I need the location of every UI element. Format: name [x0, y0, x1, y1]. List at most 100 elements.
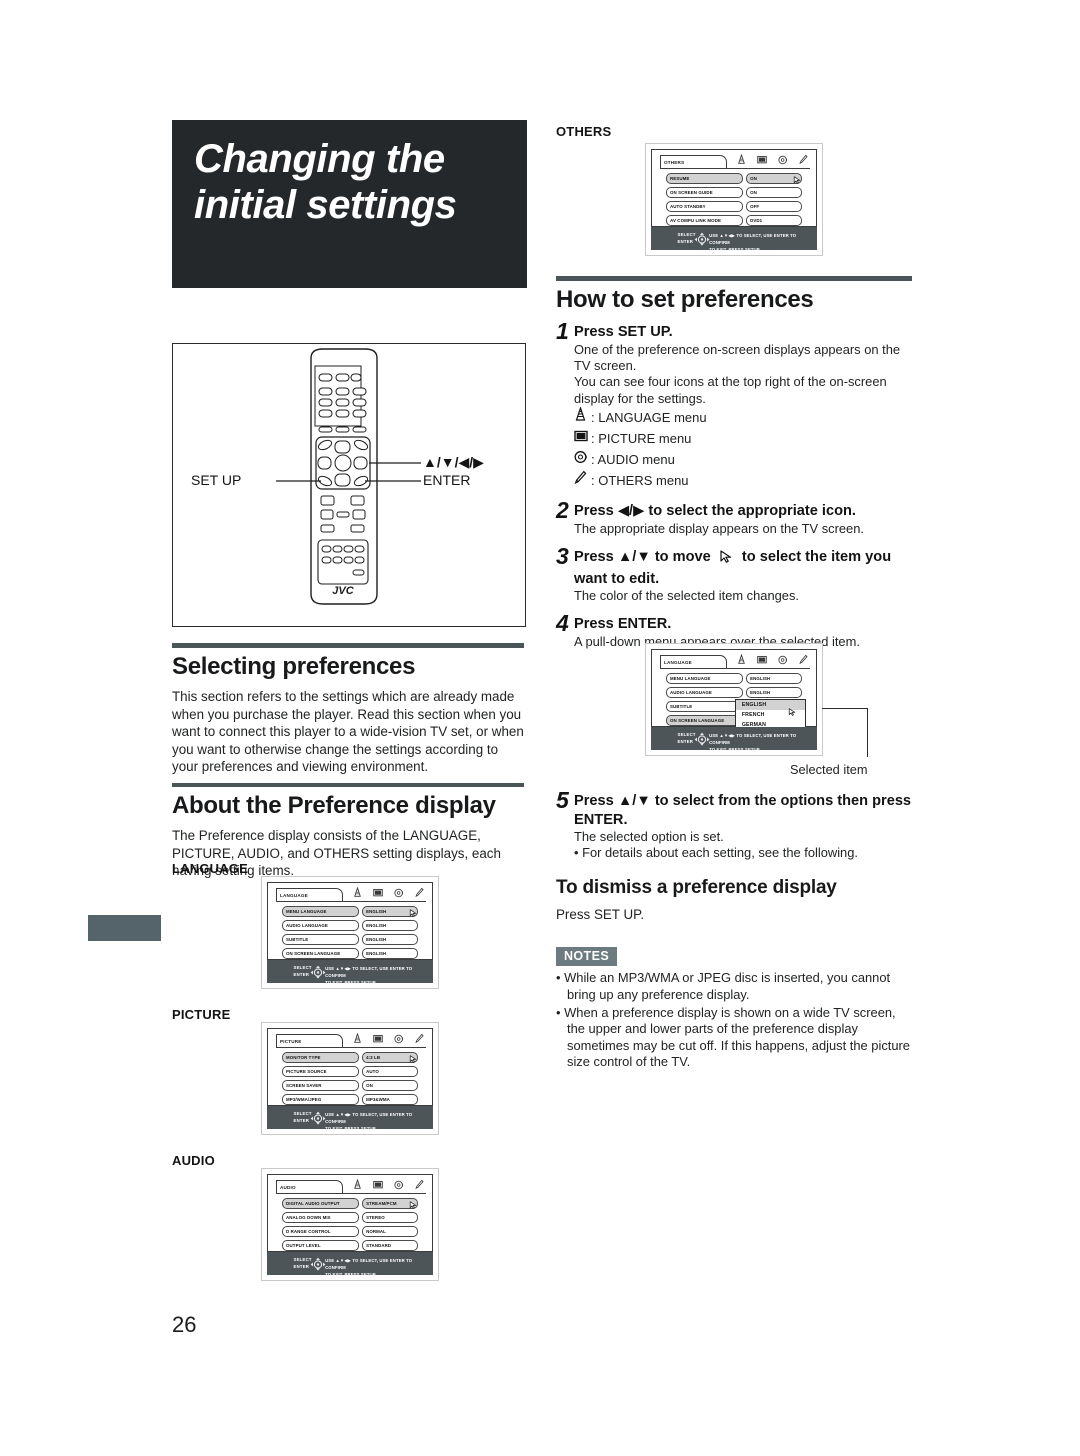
picture-icon[interactable]: [373, 1034, 383, 1044]
others-icon[interactable]: [799, 154, 808, 165]
step-2-body: The appropriate display appears on the T…: [574, 520, 864, 536]
osd-row[interactable]: DIGITAL AUDIO OUTPUT STREAM/PCM: [282, 1198, 418, 1209]
osd-row-value: ENGLISH: [746, 673, 802, 684]
osd-row[interactable]: SUBTITLEENGLISH: [282, 934, 418, 945]
osd-row[interactable]: AUDIO LANGUAGE ENGLISH: [282, 920, 418, 931]
pointer-cursor-icon: [788, 704, 797, 716]
osd-row-list: MONITOR TYPE 4:3 LB PICTURE SOURCE AUTO SCRE…: [282, 1052, 418, 1108]
osd-label-audio: AUDIO: [172, 1153, 215, 1168]
others-icon[interactable]: [415, 1179, 424, 1190]
osd-help-message: USE ▲▼◀▶ TO SELECT, USE ENTER TO CONFIRM…: [325, 1112, 413, 1132]
picture-icon[interactable]: [373, 888, 383, 898]
step-5-body: The selected option is set.: [574, 829, 724, 844]
about-preference-heading: About the Preference display: [172, 792, 496, 819]
osd-help-labels: SELECT ENTER: [293, 965, 312, 977]
pointer-cursor-icon: [409, 1197, 418, 1209]
osd-row-value: ON: [746, 187, 802, 198]
osd-row[interactable]: PICTURE SOURCE AUTO: [282, 1066, 418, 1077]
osd-label-others: OTHERS: [556, 124, 612, 139]
osd-row-key: ANALOG DOWN MIX: [282, 1212, 360, 1223]
osd-row[interactable]: D RANGE CONTROL NORMAL: [282, 1226, 418, 1237]
audio-icon[interactable]: [394, 888, 404, 898]
osd-row-key: ON SCREEN GUIDE: [666, 187, 744, 198]
step-3-number: 3: [556, 543, 569, 570]
picture-icon[interactable]: [757, 155, 767, 165]
language-icon[interactable]: [353, 887, 362, 898]
dpad-icon: [694, 232, 710, 251]
osd-row-value: ENGLISH: [362, 920, 418, 931]
chapter-title: Changing the initial settings: [194, 136, 517, 228]
osd-row-value: ON: [362, 1080, 418, 1091]
legend-picture-text: : PICTURE menu: [591, 431, 692, 447]
chapter-side-tab: [88, 915, 161, 941]
osd-screenshot-language: LANGUAGE MENU LANGUAGE ENGLISH AUDIO LANGUA…: [261, 876, 439, 989]
language-icon[interactable]: [737, 654, 746, 665]
osd-help-bar: SELECT ENTER USE ▲▼◀▶ TO SELECT, USE ENTER…: [651, 727, 817, 752]
step-3-body: The color of the selected item changes.: [574, 588, 799, 604]
osd-tab-name: LANGUAGE: [276, 888, 343, 902]
dpad-icon: [310, 1257, 326, 1276]
remote-setup-label: SET UP: [191, 472, 242, 488]
osd-help-labels: SELECT ENTER: [677, 732, 696, 744]
osd-row[interactable]: AUTO STANDBY OFF: [666, 201, 802, 212]
osd-tab-name: OTHERS: [660, 155, 727, 169]
osd-row[interactable]: AV COMPU LINK MODE DVD1: [666, 215, 802, 226]
legend-others: : OTHERS menu: [574, 470, 912, 491]
selected-item-caption: Selected item: [790, 762, 868, 777]
osd-help-labels: SELECT ENTER: [677, 232, 696, 244]
osd-row[interactable]: SCREEN SAVER ON: [282, 1080, 418, 1091]
step-5-bullet: • For details about each setting, see th…: [574, 845, 858, 861]
picture-icon[interactable]: [373, 1180, 383, 1190]
osd-row[interactable]: MENU LANGUAGE ENGLISH: [282, 906, 418, 917]
osd-row[interactable]: MENU LANGUAGE ENGLISH: [666, 673, 802, 684]
osd-row-key: AUTO STANDBY: [666, 201, 744, 212]
language-icon[interactable]: [353, 1033, 362, 1044]
leader-line-horizontal: [822, 708, 868, 710]
dpad-icon: [310, 965, 326, 984]
osd-row[interactable]: RESUME ON: [666, 173, 802, 184]
others-icon[interactable]: [415, 1033, 424, 1044]
section-rule: [556, 276, 912, 281]
osd-row[interactable]: AUDIO LANGUAGE ENGLISH: [666, 687, 802, 698]
osd-row[interactable]: MONITOR TYPE 4:3 LB: [282, 1052, 418, 1063]
audio-icon[interactable]: [778, 655, 788, 665]
osd-divider: [276, 1193, 426, 1194]
manual-page: Changing the initial settings JVC SET UP…: [0, 0, 1080, 1456]
step-1-body: One of the preference on-screen displays…: [574, 341, 901, 406]
language-icon[interactable]: [353, 1179, 362, 1190]
osd-row[interactable]: ANALOG DOWN MIX STEREO: [282, 1212, 418, 1223]
others-icon[interactable]: [799, 654, 808, 665]
osd-tab-row: AUDIO: [276, 1179, 426, 1194]
legend-picture: : PICTURE menu: [574, 428, 912, 449]
selecting-preferences-heading: Selecting preferences: [172, 653, 416, 680]
audio-icon[interactable]: [394, 1180, 404, 1190]
osd-help-labels: SELECT ENTER: [293, 1111, 312, 1123]
osd-icon-row: [737, 654, 808, 665]
osd-row[interactable]: MP3/WMA/JPEG MP3&WMA: [282, 1094, 418, 1105]
osd-row-key: SUBTITLE: [282, 934, 360, 945]
osd-screenshot-pulldown: LANGUAGE MENU LANGUAGE ENGLISH AUDIO LANGUA…: [645, 643, 823, 756]
osd-row-key: SUBTITLE: [666, 701, 744, 712]
osd-row[interactable]: ON SCREEN GUIDE ON: [666, 187, 802, 198]
osd-row-value: MP3&WMA: [362, 1094, 418, 1105]
language-icon[interactable]: [737, 154, 746, 165]
osd-row[interactable]: ON SCREEN LANGUAGEENGLISH: [282, 948, 418, 959]
legend-others-text: : OTHERS menu: [591, 473, 689, 489]
others-icon[interactable]: [415, 887, 424, 898]
remote-arrows-label: ▲/▼/◀/▶: [423, 454, 484, 470]
how-to-set-preferences-section: How to set preferences 1 Press SET UP. O…: [556, 276, 912, 650]
osd-divider: [660, 668, 810, 669]
osd-screen: PICTURE MONITOR TYPE 4:3 LB PICTURE SOURCE A…: [267, 1028, 433, 1106]
osd-help-bar: SELECT ENTER USE ▲▼◀▶ TO SELECT, USE ENTER…: [267, 1252, 433, 1277]
dismiss-body: Press SET UP.: [556, 906, 645, 922]
audio-icon[interactable]: [394, 1034, 404, 1044]
osd-row[interactable]: OUTPUT LEVEL STANDARD: [282, 1240, 418, 1251]
osd-row-key: AUDIO LANGUAGE: [282, 920, 360, 931]
osd-tab-row: LANGUAGE: [660, 654, 810, 669]
osd-row-value: STANDARD: [362, 1240, 418, 1251]
audio-icon[interactable]: [778, 155, 788, 165]
osd-help-bar: SELECT ENTER USE ▲▼◀▶ TO SELECT, USE ENTER…: [267, 1106, 433, 1131]
osd-row-key: DIGITAL AUDIO OUTPUT: [282, 1198, 360, 1209]
chapter-title-line2: initial settings: [194, 183, 457, 227]
picture-icon[interactable]: [757, 655, 767, 665]
